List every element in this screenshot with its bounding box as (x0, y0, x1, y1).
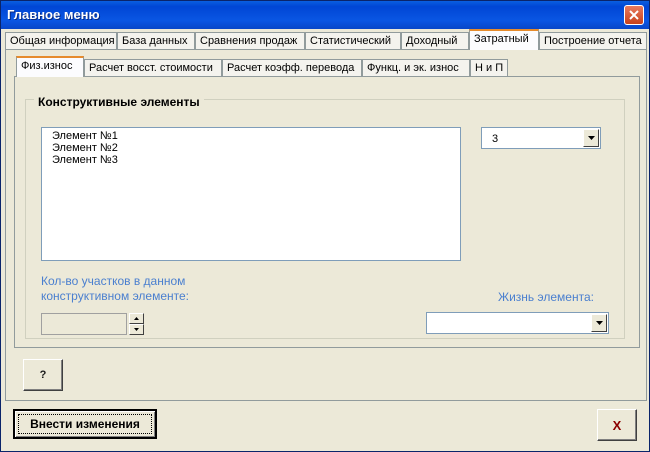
tab-label: Сравнения продаж (200, 35, 298, 47)
tab-database[interactable]: База данных (117, 32, 195, 49)
help-button-label: ? (39, 369, 47, 381)
tab-label: Расчет восст. стоимости (89, 62, 213, 74)
sections-count-label-line1: Кол-во участков в данном (41, 274, 186, 288)
tab-statistical[interactable]: Статистический (305, 32, 401, 49)
list-item[interactable]: Элемент №1 (52, 130, 460, 142)
title-bar[interactable]: Главное меню (1, 1, 649, 29)
element-count-value: 3 (492, 133, 499, 145)
arrow-up-icon (134, 317, 139, 320)
help-button[interactable]: ? (23, 359, 63, 391)
main-menu-window: Главное меню Общая информация База данны… (0, 0, 650, 452)
tab-label: Н и П (475, 62, 504, 74)
tab-income[interactable]: Доходный (401, 32, 469, 49)
element-life-label: Жизнь элемента: (498, 290, 594, 304)
chevron-down-icon (595, 321, 603, 325)
close-button-label: X (612, 417, 622, 433)
tab-cost[interactable]: Затратный (469, 29, 539, 50)
dropdown-button[interactable] (591, 314, 607, 332)
dropdown-button[interactable] (583, 129, 599, 147)
tab-sales-comparison[interactable]: Сравнения продаж (195, 32, 305, 49)
sections-count-label: Кол-во участков в данном конструктивном … (41, 274, 189, 304)
tab-functional-wear[interactable]: Функц. и эк. износ (362, 59, 470, 76)
tab-n-and-p[interactable]: Н и П (470, 59, 508, 76)
main-tab-strip: Общая информация База данных Сравнения п… (5, 29, 647, 50)
close-button[interactable]: X (597, 409, 637, 441)
group-title: Конструктивные элементы (34, 95, 204, 109)
focus-rect (18, 414, 152, 434)
tab-label: Функц. и эк. износ (367, 62, 459, 74)
sections-count-label-line2: конструктивном элементе: (41, 289, 190, 303)
tab-label: Доходный (406, 35, 458, 47)
sections-count-input[interactable] (41, 313, 127, 335)
tab-label: Построение отчета (544, 35, 642, 47)
sections-count-spinner (129, 313, 144, 335)
tab-general-info[interactable]: Общая информация (5, 32, 117, 49)
tab-label: Расчет коэфф. перевода (227, 62, 355, 74)
tab-conversion-coeff[interactable]: Расчет коэфф. перевода (222, 59, 362, 76)
tab-label: Статистический (310, 35, 392, 47)
tab-label: Общая информация (10, 35, 115, 47)
tab-label: Затратный (474, 33, 529, 45)
tab-replacement-cost[interactable]: Расчет восст. стоимости (84, 59, 222, 76)
apply-changes-button[interactable]: Внести изменения (13, 409, 157, 439)
list-item[interactable]: Элемент №2 (52, 142, 460, 154)
tab-report[interactable]: Построение отчета (539, 32, 647, 49)
chevron-down-icon (587, 136, 595, 140)
spin-up-button[interactable] (129, 313, 144, 324)
element-life-select[interactable] (426, 312, 609, 334)
element-count-select[interactable]: 3 (481, 127, 601, 149)
close-icon (629, 10, 639, 20)
tab-physical-wear[interactable]: Физ.износ (16, 56, 84, 77)
window-title: Главное меню (7, 7, 100, 22)
elements-listbox[interactable]: Элемент №1 Элемент №2 Элемент №3 (41, 127, 461, 261)
tab-label: Физ.износ (21, 60, 73, 72)
list-item[interactable]: Элемент №3 (52, 154, 460, 166)
tab-label: База данных (122, 35, 188, 47)
window-close-button[interactable] (624, 5, 644, 25)
arrow-down-icon (134, 328, 139, 331)
spin-down-button[interactable] (129, 324, 144, 335)
